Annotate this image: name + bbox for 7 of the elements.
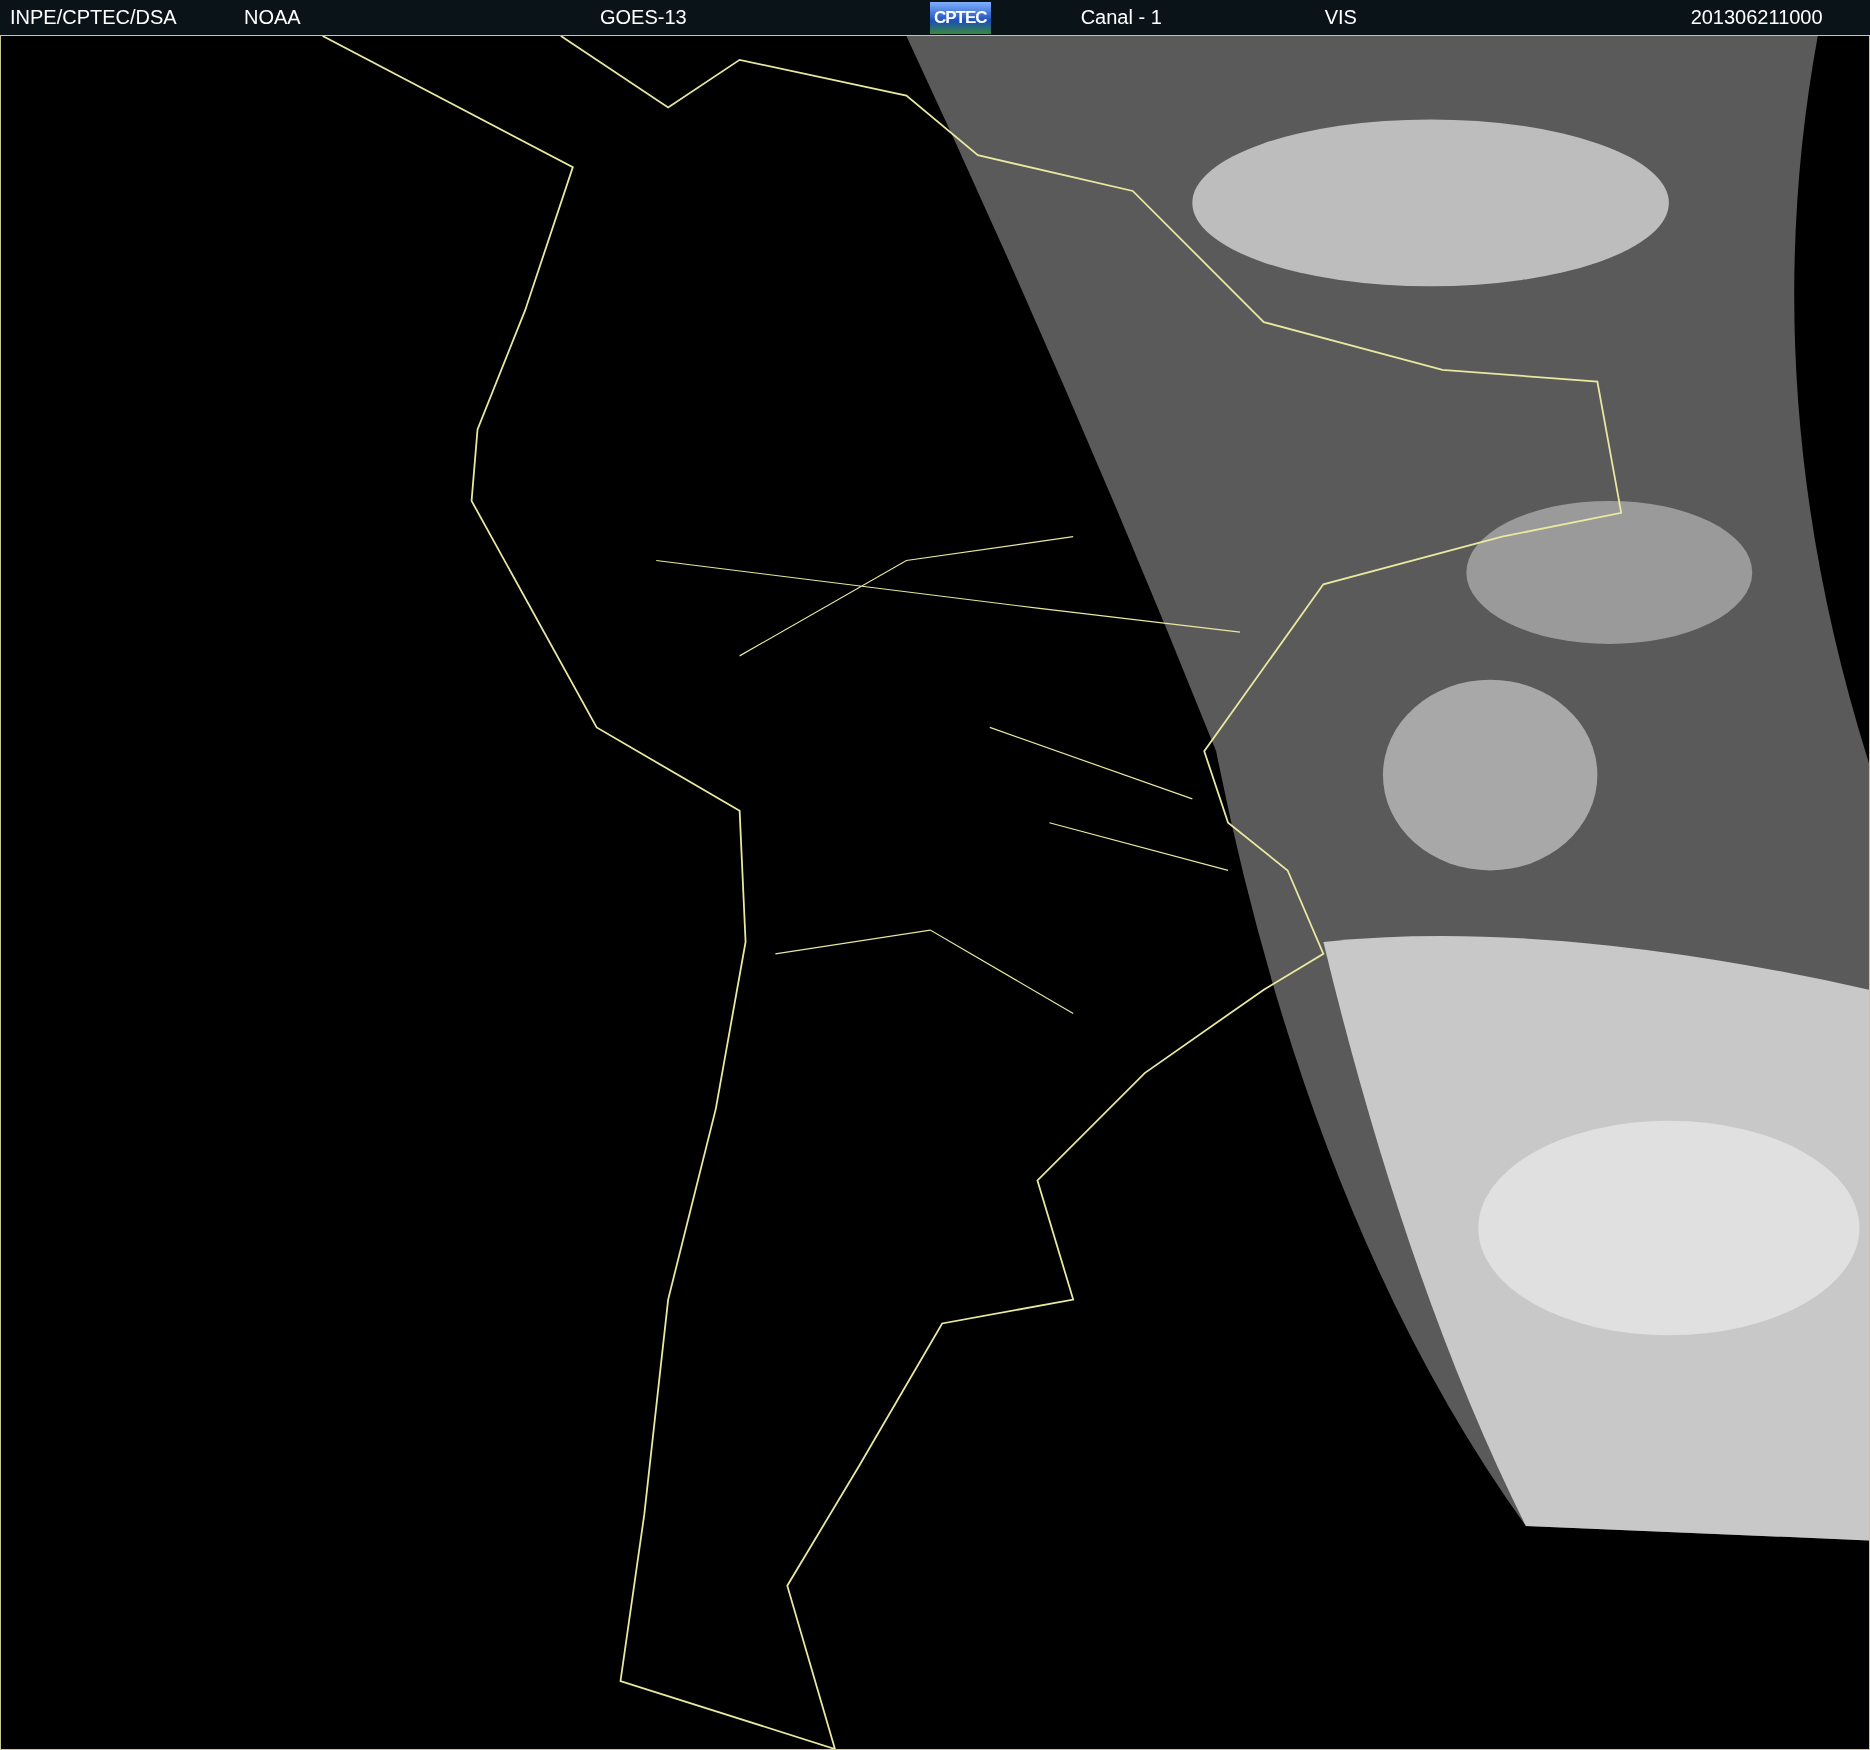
header-label: 201306211000 xyxy=(1690,6,1824,29)
header-label: VIS xyxy=(1324,6,1358,29)
header-label: NOAA xyxy=(244,6,302,29)
header-label: INPE/CPTEC/DSA xyxy=(10,6,178,29)
header-label: Canal - 1 xyxy=(1080,6,1163,29)
logo: CPTEC xyxy=(930,1,991,34)
header-label: GOES-13 xyxy=(600,6,688,29)
